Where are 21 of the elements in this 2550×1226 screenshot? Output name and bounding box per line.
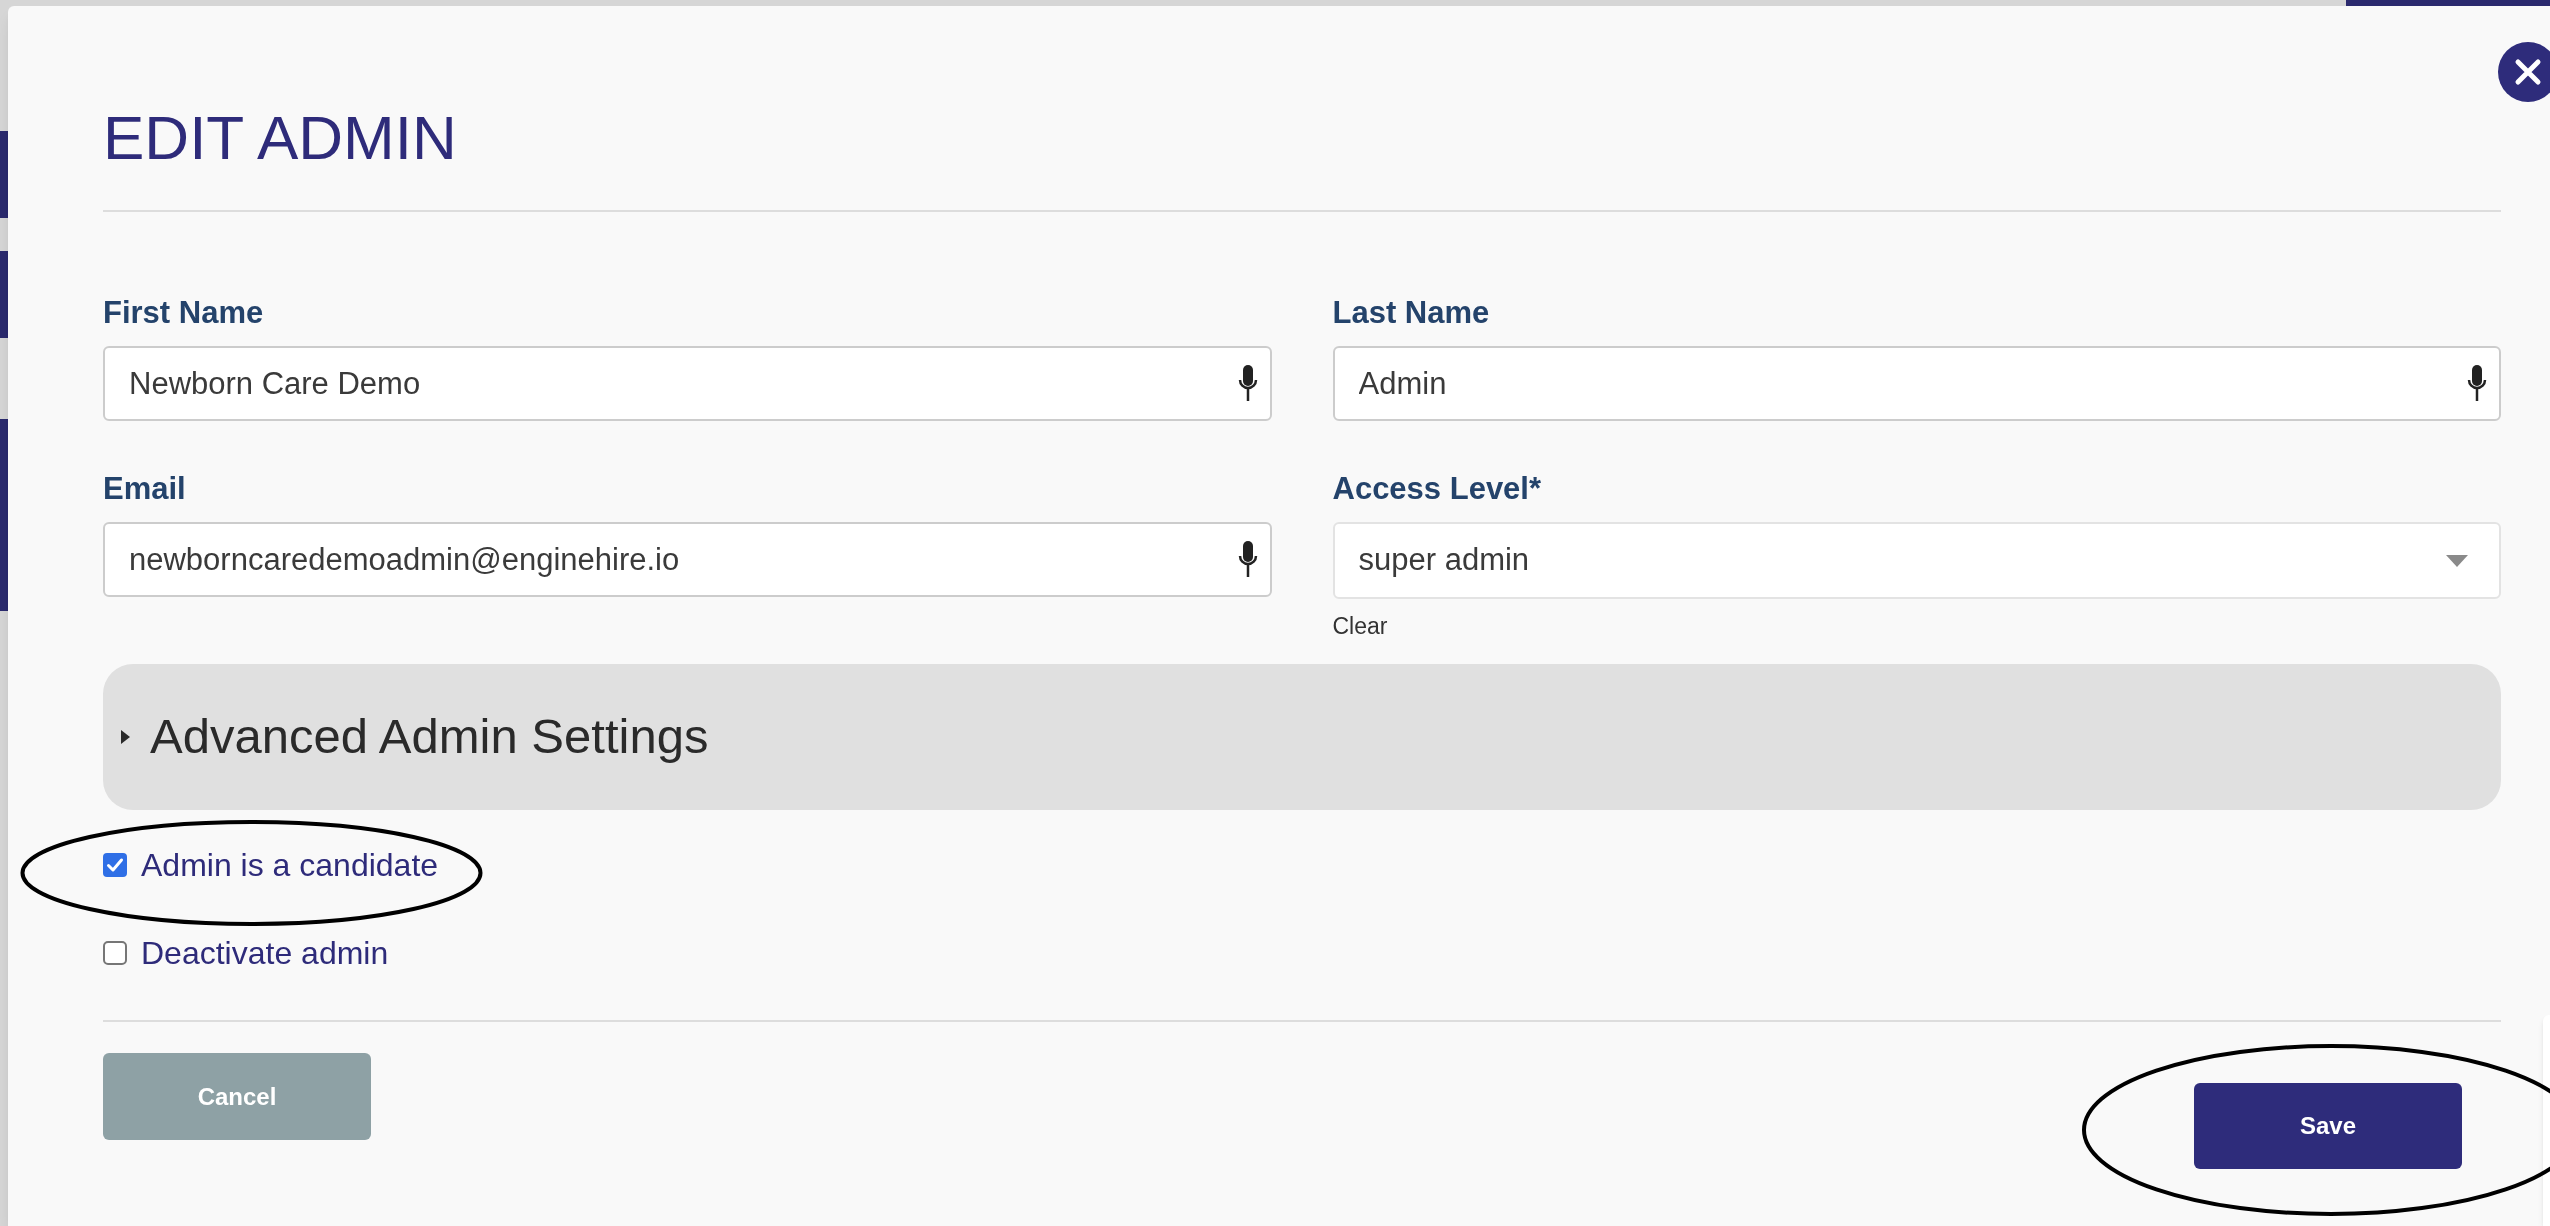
field-label: Email — [103, 470, 187, 508]
microphone-icon[interactable] — [1237, 365, 1258, 401]
text-field[interactable]: Admin — [1332, 346, 2501, 421]
field-label: Last Name — [1332, 294, 1491, 332]
checkbox[interactable] — [103, 941, 127, 965]
text-field[interactable]: Newborn Care Demo — [103, 346, 1272, 421]
field-label: Access Level* — [1332, 470, 1543, 508]
caret-right-icon — [121, 730, 130, 744]
clear-link[interactable]: Clear — [1332, 611, 1388, 641]
dropdown-field[interactable]: super admin — [1332, 522, 2501, 599]
text-field[interactable]: newborncaredemoadmin@enginehire.io — [103, 522, 1272, 597]
close-icon[interactable] — [2498, 42, 2550, 102]
save-button[interactable]: Save — [2194, 1083, 2462, 1169]
advanced-settings-toggle[interactable]: Advanced Admin Settings — [103, 664, 2501, 810]
field-label: First Name — [103, 294, 265, 332]
checkbox-label[interactable]: Deactivate admin — [141, 929, 389, 977]
microphone-icon[interactable] — [1237, 541, 1258, 577]
microphone-icon[interactable] — [2467, 365, 2487, 401]
caret-down-icon — [2446, 554, 2468, 567]
modal-title: EDIT ADMIN — [103, 107, 458, 169]
checkbox[interactable] — [103, 853, 127, 877]
